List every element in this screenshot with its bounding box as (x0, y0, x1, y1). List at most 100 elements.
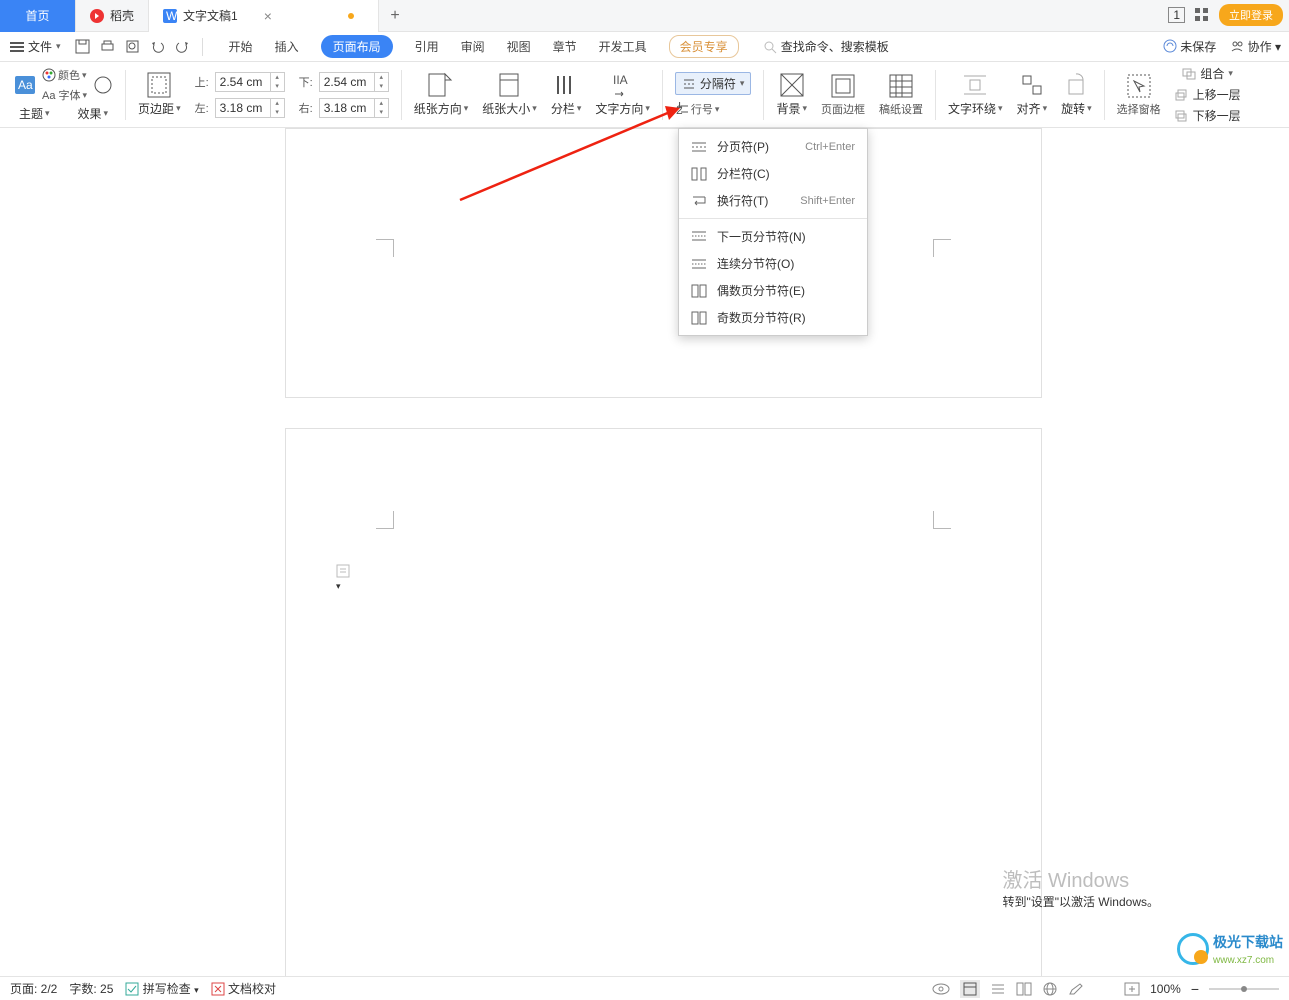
margin-right-input[interactable]: 3.18 cm▴▾ (319, 98, 389, 118)
view-outline-icon[interactable] (990, 982, 1006, 996)
orient-button[interactable]: 纸张方向▾ (408, 62, 475, 127)
tab-home[interactable]: 首页 (0, 0, 76, 32)
margin-button[interactable]: 页边距▾ (138, 72, 181, 117)
wrap-button[interactable]: 文字环绕▾ (942, 62, 1009, 127)
menu-insert[interactable]: 插入 (275, 38, 299, 55)
margin-bottom-input[interactable]: 2.54 cm▴▾ (319, 72, 389, 92)
section-break-icon[interactable]: ▾ (336, 564, 354, 592)
menu-vip[interactable]: 会员专享 (669, 35, 739, 58)
paper-setting-button[interactable]: 稿纸设置 (873, 62, 929, 127)
divider (763, 70, 764, 120)
menu-review[interactable]: 审阅 (461, 38, 485, 55)
zoom-level[interactable]: 100% (1150, 982, 1181, 996)
status-spellcheck[interactable]: 拼写检查 ▾ (125, 980, 198, 997)
view-read-icon[interactable] (1016, 982, 1032, 996)
rotate-label: 旋转 (1061, 100, 1085, 117)
theme-button[interactable]: Aa (14, 75, 36, 95)
dm-continuous-section[interactable]: 连续分节符(O) (679, 250, 867, 277)
columns-button[interactable]: 分栏▾ (545, 62, 588, 127)
ribbon-margin-values2: 下:2.54 cm▴▾ 右:3.18 cm▴▾ (293, 62, 395, 127)
group-label: 组合 (1200, 65, 1224, 82)
margin-top-value: 2.54 cm (220, 75, 263, 89)
view-web-icon[interactable] (1042, 982, 1058, 996)
linenumber-button[interactable]: 12 行号▾ (675, 101, 720, 117)
color-button[interactable]: 颜色▾ (42, 67, 87, 83)
dm-next-page-section[interactable]: 下一页分节符(N) (679, 223, 867, 250)
dm-even-page-section[interactable]: 偶数页分节符(E) (679, 277, 867, 304)
menu-page-layout[interactable]: 页面布局 (321, 35, 393, 58)
windows-activation-watermark: 激活 Windows 转到"设置"以激活 Windows。 (1002, 864, 1159, 910)
page-break-icon (691, 140, 707, 154)
ribbon-theme-group: Aa 颜色▾ Aa 字体▾ 主题▾ 效果▾ (8, 62, 119, 127)
document-canvas[interactable]: ▾ (0, 128, 1289, 976)
menu-references[interactable]: 引用 (415, 38, 439, 55)
print-icon[interactable] (100, 39, 115, 54)
print-preview-icon[interactable] (125, 39, 140, 54)
margin-left-input[interactable]: 3.18 cm▴▾ (215, 98, 285, 118)
orient-label: 纸张方向 (414, 100, 462, 117)
down-label: 下移一层 (1193, 107, 1241, 124)
up-layer-button[interactable]: 上移一层 (1175, 86, 1241, 103)
page-border-button[interactable]: 页面边框 (815, 62, 871, 127)
hamburger-icon (10, 40, 24, 54)
dm-column-break[interactable]: 分栏符(C) (679, 160, 867, 187)
zoom-fit-icon[interactable] (1124, 982, 1140, 996)
selection-pane-button[interactable]: 选择窗格 (1111, 62, 1167, 127)
dm-label: 下一页分节符(N) (717, 228, 806, 245)
save-icon[interactable] (75, 39, 90, 54)
dm-label: 偶数页分节符(E) (717, 282, 805, 299)
menu-chapter[interactable]: 章节 (553, 38, 577, 55)
search-box[interactable]: 查找命令、搜索模板 (763, 38, 889, 55)
login-button[interactable]: 立即登录 (1219, 4, 1283, 26)
tab-docker[interactable]: 稻壳 (76, 0, 149, 32)
unsaved-dot-icon (348, 13, 354, 19)
status-proof[interactable]: 文档校对 (211, 980, 276, 997)
theme-dd[interactable]: 主题▾ (19, 105, 50, 122)
bg-label: 背景 (776, 100, 800, 117)
new-tab-button[interactable]: + (379, 7, 411, 25)
menu-view[interactable]: 视图 (507, 38, 531, 55)
tab-close-button[interactable]: × (264, 8, 272, 24)
title-tabbar: 首页 稻壳 W 文字文稿1 × + 1 立即登录 (0, 0, 1289, 32)
svg-text:W: W (166, 9, 177, 23)
dm-line-break[interactable]: 换行符(T)Shift+Enter (679, 187, 867, 214)
redo-icon[interactable] (175, 39, 190, 54)
group-button[interactable]: 组合▾ (1182, 65, 1233, 82)
tab-document[interactable]: W 文字文稿1 × (149, 0, 379, 32)
undo-icon[interactable] (150, 39, 165, 54)
rotate-button[interactable]: 旋转▾ (1055, 62, 1098, 127)
dm-odd-page-section[interactable]: 奇数页分节符(R) (679, 304, 867, 331)
zoom-out-button[interactable]: − (1191, 981, 1199, 997)
unsaved-button[interactable]: 未保存 (1163, 38, 1216, 55)
eye-icon[interactable] (932, 982, 950, 996)
size-button[interactable]: 纸张大小▾ (476, 62, 543, 127)
app-grid-icon[interactable] (1195, 8, 1209, 22)
edit-pen-icon[interactable] (1068, 982, 1084, 996)
separator-dropdown: 分页符(P)Ctrl+Enter 分栏符(C) 换行符(T)Shift+Ente… (678, 128, 868, 336)
font-button[interactable]: Aa 字体▾ (42, 87, 87, 103)
effect-dd[interactable]: 效果▾ (78, 105, 109, 122)
page-2[interactable]: ▾ (285, 428, 1042, 976)
separator-button[interactable]: 分隔符▾ (675, 72, 752, 95)
textdir-button[interactable]: IIA 文字方向▾ (589, 62, 656, 127)
counter-badge[interactable]: 1 (1168, 7, 1185, 23)
align-button[interactable]: 对齐▾ (1011, 62, 1054, 127)
file-menu[interactable]: 文件 ▾ (10, 38, 61, 55)
menu-start[interactable]: 开始 (229, 38, 253, 55)
margin-top-input[interactable]: 2.54 cm▴▾ (215, 72, 285, 92)
status-wordcount[interactable]: 字数: 25 (69, 980, 113, 997)
view-page-icon[interactable] (960, 980, 980, 998)
next-page-section-icon (691, 230, 707, 244)
divider (1104, 70, 1105, 120)
zoom-slider[interactable] (1209, 984, 1279, 994)
coop-button[interactable]: 协作 ▾ (1230, 38, 1281, 55)
menu-devtools[interactable]: 开发工具 (599, 38, 647, 55)
margin-mark-icon (933, 511, 951, 529)
status-page[interactable]: 页面: 2/2 (10, 980, 57, 997)
background-button[interactable]: 背景▾ (770, 62, 813, 127)
down-layer-button[interactable]: 下移一层 (1175, 107, 1241, 124)
effect-button[interactable] (93, 75, 113, 95)
dm-page-break[interactable]: 分页符(P)Ctrl+Enter (679, 133, 867, 160)
page-1[interactable] (285, 128, 1042, 398)
margin-mark-icon (376, 511, 394, 529)
